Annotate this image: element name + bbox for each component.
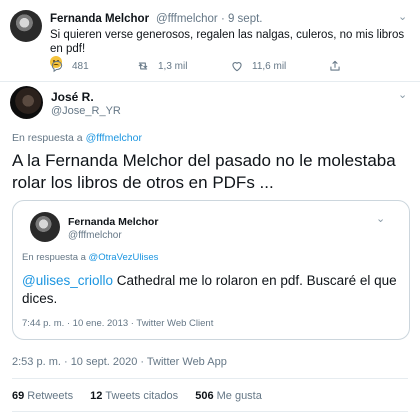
tweet-text: A la Fernanda Melchor del pasado no le m…: [12, 151, 396, 192]
author-name[interactable]: Fernanda Melchor: [50, 13, 149, 25]
reply-context: En respuesta a @fffmelchor: [12, 132, 142, 144]
avatar: [30, 212, 60, 242]
chevron-down-icon[interactable]: ⌄: [398, 88, 407, 101]
reply-to-link[interactable]: @OtraVezUlises: [89, 252, 159, 263]
like-count: 11,6 mil: [252, 60, 287, 72]
mention-link[interactable]: @ulises_criollo: [22, 273, 113, 288]
quoted-reply-context: En respuesta a @OtraVezUlises: [22, 252, 159, 263]
chevron-down-icon[interactable]: ⌄: [376, 212, 385, 225]
avatar[interactable]: [10, 10, 42, 42]
quotes-stat[interactable]: 12 Tweets citados: [90, 390, 178, 402]
quoted-author-name: Fernanda Melchor: [68, 216, 159, 228]
avatar[interactable]: [10, 86, 43, 119]
author-handle[interactable]: @Jose_R_YR: [51, 105, 121, 117]
retweet-icon: [138, 62, 148, 70]
author-handle-date[interactable]: @fffmelchor · 9 sept.: [156, 13, 263, 25]
chevron-down-icon[interactable]: ⌄: [398, 10, 407, 23]
divider: [12, 411, 408, 412]
like-icon: [232, 62, 242, 72]
author-name[interactable]: José R.: [51, 90, 94, 104]
quoted-tweet-meta: 7:44 p. m. · 10 ene. 2013 · Twitter Web …: [22, 318, 214, 329]
quoted-tweet-text: @ulises_criollo Cathedral me lo rolaron …: [22, 273, 397, 306]
quoted-author-handle: @fffmelchor: [68, 230, 122, 241]
retweet-button[interactable]: 1,3 mil: [136, 58, 187, 74]
retweets-stat[interactable]: 69 Retweets: [12, 390, 73, 402]
share-icon: [330, 60, 340, 71]
share-button[interactable]: [328, 58, 350, 74]
reply-count: 481: [72, 60, 89, 72]
tweet-timestamp[interactable]: 2:53 p. m. · 10 sept. 2020 · Twitter Web…: [12, 356, 227, 368]
divider: [12, 378, 408, 379]
retweet-count: 1,3 mil: [158, 60, 188, 72]
reply-to-link[interactable]: @fffmelchor: [86, 132, 142, 144]
likes-stat[interactable]: 506 Me gusta: [195, 390, 262, 402]
reply-icon: [51, 60, 63, 73]
tweet-stats: 69 Retweets 12 Tweets citados 506 Me gusta: [12, 390, 276, 402]
like-button[interactable]: 11,6 mil: [230, 58, 286, 74]
top-tweet[interactable]: Fernanda Melchor @fffmelchor · 9 sept. ⌄…: [0, 0, 420, 82]
reply-button[interactable]: 481: [50, 58, 89, 74]
tweet-actions: 481 1,3 mil 11,6 mil: [50, 58, 350, 74]
